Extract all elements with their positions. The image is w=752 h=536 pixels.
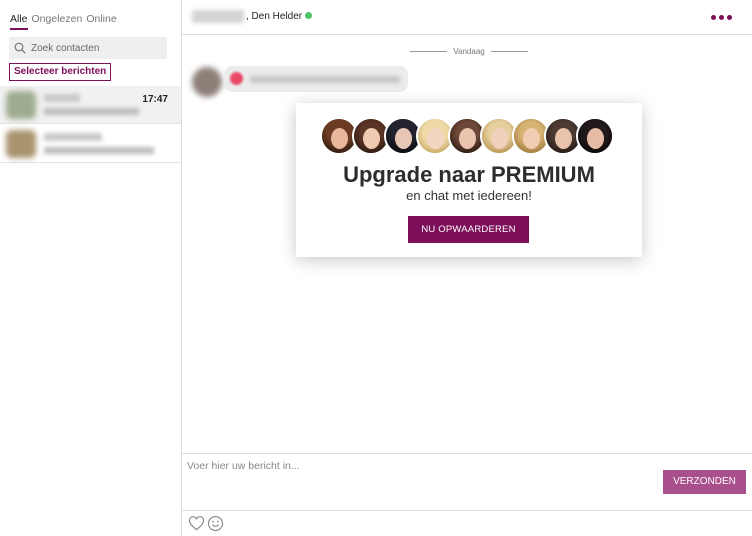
contact-time: 17:47 bbox=[142, 94, 168, 105]
search-box[interactable] bbox=[9, 37, 167, 59]
heart-icon bbox=[230, 72, 243, 85]
smiley-icon[interactable] bbox=[207, 515, 224, 532]
chat-app: Alle Ongelezen Online Selecteer berichte… bbox=[0, 0, 752, 536]
contact-name-blurred bbox=[192, 10, 244, 23]
send-button[interactable]: VERZONDEN bbox=[663, 470, 746, 494]
contact-preview-blurred bbox=[44, 147, 154, 154]
message-text-blurred bbox=[250, 76, 400, 83]
chat-header: , Den Helder bbox=[182, 0, 752, 35]
heart-icon[interactable] bbox=[188, 515, 205, 532]
contact-location: , Den Helder bbox=[246, 11, 313, 22]
divider-line bbox=[410, 51, 448, 52]
contact-name-blurred bbox=[44, 94, 80, 102]
contact-item[interactable] bbox=[0, 125, 181, 163]
dot bbox=[727, 15, 732, 20]
dot bbox=[719, 15, 724, 20]
premium-title: Upgrade naar PREMIUM bbox=[343, 162, 595, 187]
message-bubble bbox=[224, 66, 408, 92]
select-messages-button[interactable]: Selecteer berichten bbox=[9, 63, 112, 81]
message-avatar bbox=[192, 67, 222, 97]
upgrade-now-button[interactable]: NU OPWAARDEREN bbox=[408, 216, 529, 243]
date-divider: Vandaag bbox=[410, 47, 528, 56]
online-status-icon bbox=[305, 12, 313, 19]
profile-photo bbox=[576, 117, 614, 155]
contact-preview-blurred bbox=[44, 108, 139, 115]
more-options-icon[interactable] bbox=[711, 15, 732, 20]
premium-upgrade-modal: Upgrade naar PREMIUM en chat met iederee… bbox=[296, 103, 642, 257]
search-input[interactable] bbox=[31, 42, 161, 54]
contact-avatar bbox=[6, 91, 36, 119]
contact-item[interactable]: 17:47 bbox=[0, 86, 181, 124]
message-composer: VERZONDEN bbox=[182, 453, 752, 510]
contact-name-blurred bbox=[44, 133, 102, 141]
filter-tabs: Alle Ongelezen Online bbox=[10, 13, 117, 30]
divider-line bbox=[490, 51, 528, 52]
premium-subtitle: en chat met iedereen! bbox=[406, 188, 532, 203]
composer-toolbar bbox=[182, 510, 752, 536]
contact-avatar bbox=[6, 130, 36, 158]
tab-ongelezen[interactable]: Ongelezen bbox=[32, 13, 83, 30]
message-input[interactable] bbox=[187, 460, 647, 500]
dot bbox=[711, 15, 716, 20]
date-divider-label: Vandaag bbox=[453, 47, 485, 56]
tab-online[interactable]: Online bbox=[86, 13, 116, 30]
tab-alle[interactable]: Alle bbox=[10, 13, 28, 30]
location-text: , Den Helder bbox=[246, 11, 303, 22]
sidebar: Alle Ongelezen Online Selecteer berichte… bbox=[0, 0, 182, 536]
search-icon bbox=[14, 42, 26, 54]
